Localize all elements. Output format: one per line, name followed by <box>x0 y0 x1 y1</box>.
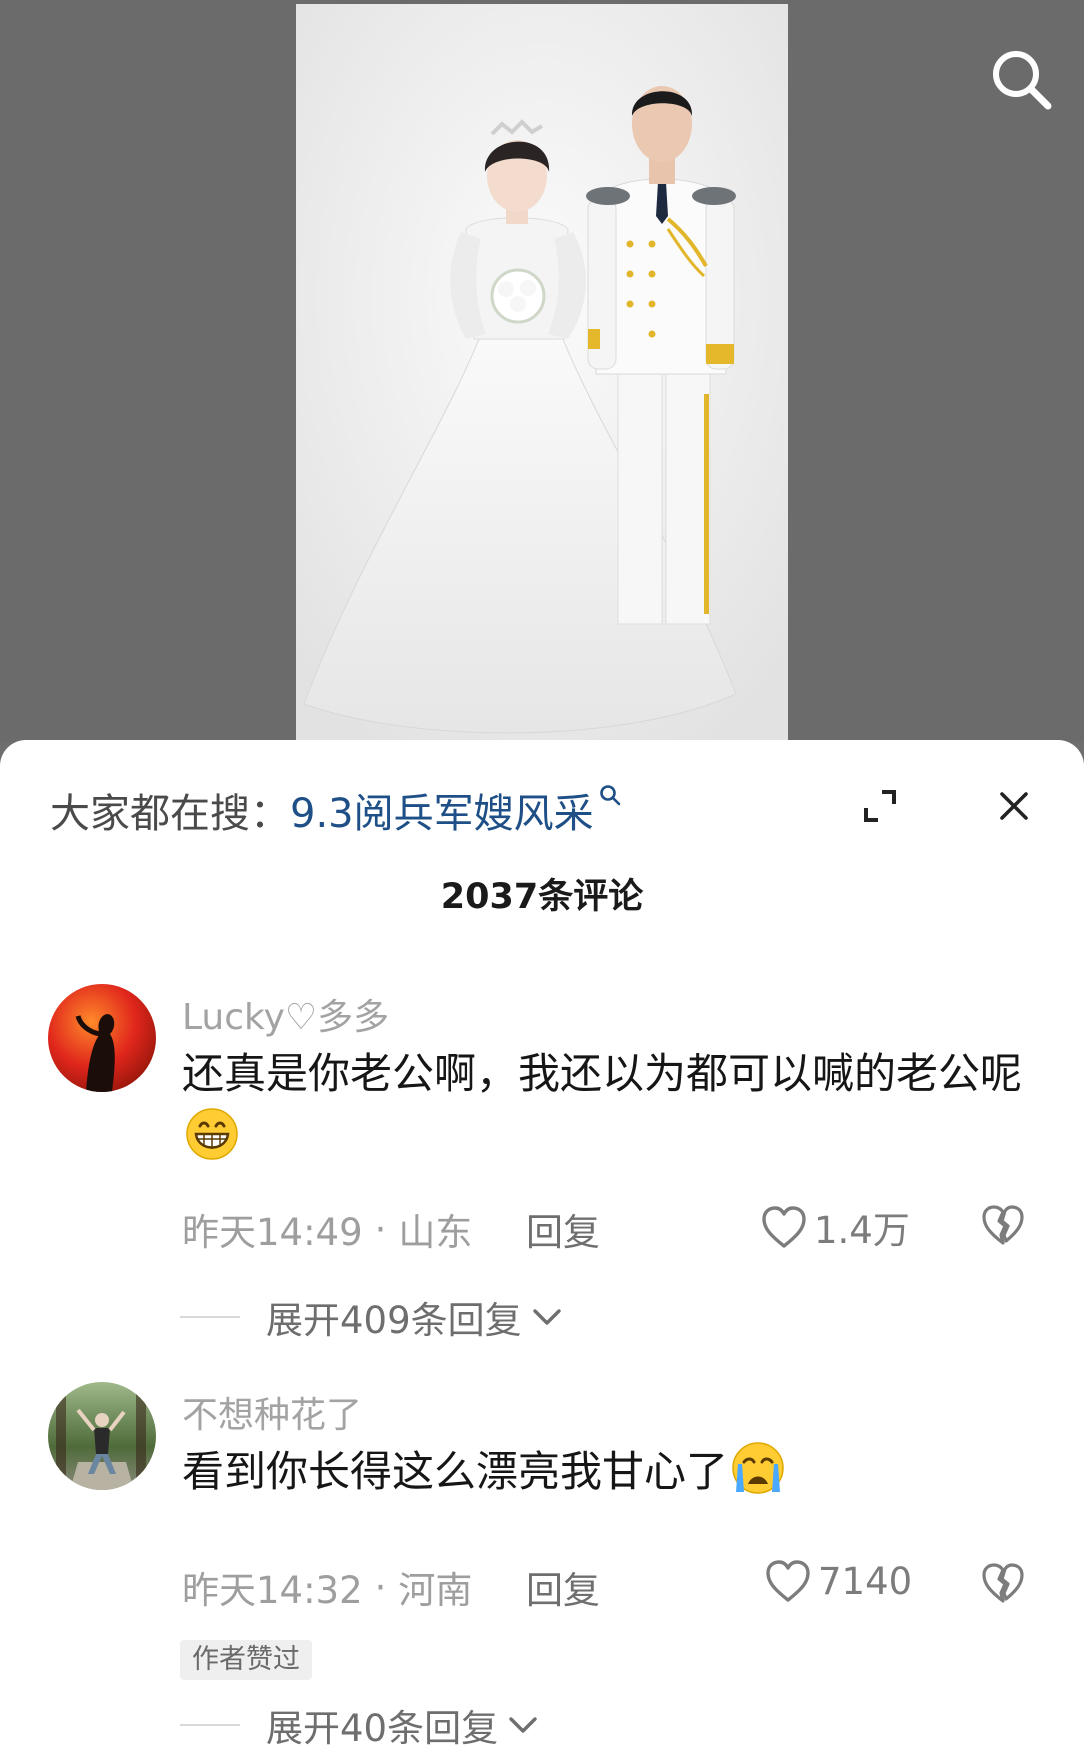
expand-replies-label: 展开40条回复 <box>266 1707 499 1750</box>
comment-item: 不想种花了 看到你长得这么漂亮我甘心了 昨天14:32 · 河南 回复 7140 <box>0 1382 1084 1752</box>
avatar[interactable] <box>48 984 156 1092</box>
like-count: 1.4万 <box>814 1209 910 1252</box>
search-icon <box>993 51 1052 110</box>
wedding-photo[interactable] <box>296 4 788 742</box>
comment-meta: 昨天14:49 · 山东 <box>182 1202 472 1256</box>
divider-line <box>180 1724 240 1726</box>
reply-button[interactable]: 回复 <box>526 1202 600 1256</box>
comment-time: 昨天14:49 <box>182 1211 363 1254</box>
meta-separator: · <box>374 1565 387 1609</box>
dislike-button[interactable] <box>978 1558 1028 1608</box>
avatar-image <box>48 984 156 1092</box>
divider-line <box>180 1316 240 1318</box>
comment-count-title: 2037条评论 <box>440 877 644 917</box>
dislike-button[interactable] <box>978 1200 1028 1250</box>
reply-button[interactable]: 回复 <box>526 1560 600 1614</box>
broken-heart-icon <box>982 1563 1024 1603</box>
comment-sheet: 大家都在搜： 9.3阅兵军嫂风采 2037条评论 Lucky♡多多 还真是你老公… <box>0 740 1084 1757</box>
broken-heart-icon <box>982 1205 1024 1245</box>
video-area[interactable] <box>0 0 1084 742</box>
heart-icon <box>762 1206 806 1248</box>
comment-item: Lucky♡多多 还真是你老公啊，我还以为都可以喊的老公呢 昨天14:49 · … <box>0 984 1084 1374</box>
expand-replies-button[interactable]: 展开409条回复 <box>180 1290 562 1344</box>
search-icon <box>599 785 620 806</box>
comment-location: 河南 <box>398 1569 473 1612</box>
avatar[interactable] <box>48 1382 156 1490</box>
comment-text-block: 还真是你老公啊，我还以为都可以喊的老公呢 <box>182 1042 1042 1170</box>
comment-time: 昨天14:32 <box>182 1569 363 1612</box>
avatar-image <box>48 1382 156 1490</box>
expand-replies-label: 展开409条回复 <box>266 1299 522 1342</box>
like-button[interactable]: 1.4万 <box>760 1200 910 1254</box>
comment-text-block: 看到你长得这么漂亮我甘心了 <box>182 1440 1042 1504</box>
heart-icon <box>766 1560 810 1602</box>
chevron-down-icon <box>509 1717 537 1733</box>
meta-separator: · <box>374 1207 387 1251</box>
crying-face-emoji <box>732 1442 784 1494</box>
like-button[interactable]: 7140 <box>764 1558 912 1604</box>
like-count: 7140 <box>818 1559 913 1603</box>
expand-icon <box>864 790 896 822</box>
author-liked-badge: 作者赞过 <box>180 1640 312 1680</box>
wedding-photo-illustration <box>296 4 788 742</box>
grinning-face-emoji <box>186 1108 238 1160</box>
hot-search-term: 9.3阅兵军嫂风采 <box>290 791 594 837</box>
close-icon <box>1000 792 1028 820</box>
comment-username[interactable]: 不想种花了 <box>182 1386 362 1438</box>
expand-replies-button[interactable]: 展开40条回复 <box>180 1698 538 1752</box>
hot-search-term-link[interactable]: 9.3阅兵军嫂风采 <box>290 781 622 839</box>
hot-search-bar: 大家都在搜： 9.3阅兵军嫂风采 <box>50 782 622 838</box>
expand-button[interactable] <box>856 782 904 830</box>
comment-location: 山东 <box>398 1211 473 1254</box>
hot-search-prefix: 大家都在搜： <box>50 791 290 837</box>
comment-text: 看到你长得这么漂亮我甘心了 <box>182 1447 729 1496</box>
chevron-down-icon <box>532 1309 561 1325</box>
comment-meta: 昨天14:32 · 河南 <box>182 1560 472 1614</box>
close-button[interactable] <box>990 782 1038 830</box>
comment-username[interactable]: Lucky♡多多 <box>182 988 389 1040</box>
search-button[interactable] <box>982 40 1060 118</box>
comment-text: 还真是你老公啊，我还以为都可以喊的老公呢 <box>182 1049 1023 1098</box>
